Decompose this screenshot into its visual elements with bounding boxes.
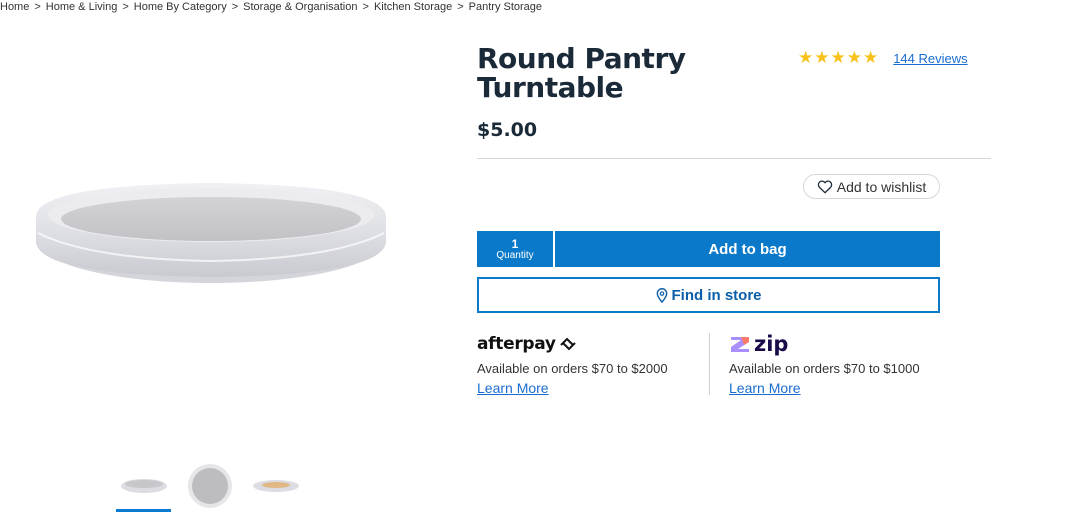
breadcrumb-separator: > bbox=[122, 1, 129, 13]
breadcrumb-separator: > bbox=[362, 1, 369, 13]
heart-icon bbox=[817, 180, 832, 194]
product-rating: ★★★★★ 144 Reviews bbox=[798, 48, 968, 68]
product-title: Round Pantry Turntable bbox=[477, 42, 686, 104]
afterpay-learn-more-link[interactable]: Learn More bbox=[477, 380, 549, 396]
breadcrumb-item-home-by-category[interactable]: Home By Category bbox=[134, 1, 227, 13]
find-in-store-button[interactable]: Find in store bbox=[477, 277, 940, 313]
location-pin-icon bbox=[656, 287, 667, 303]
find-in-store-label: Find in store bbox=[671, 286, 762, 304]
product-price: $5.00 bbox=[477, 119, 538, 141]
quantity-label: Quantity bbox=[496, 249, 534, 261]
add-to-bag-bar: 1 Quantity Add to bag bbox=[477, 231, 940, 267]
breadcrumb-separator: > bbox=[457, 1, 464, 13]
zip-learn-more-link[interactable]: Learn More bbox=[729, 380, 801, 396]
afterpay-arrows-icon bbox=[560, 337, 576, 351]
quantity-selector[interactable]: 1 Quantity bbox=[477, 231, 555, 267]
breadcrumb-item-storage-organisation[interactable]: Storage & Organisation bbox=[243, 1, 357, 13]
zip-note: Available on orders $70 to $1000 bbox=[729, 361, 920, 376]
breadcrumb-item-pantry-storage[interactable]: Pantry Storage bbox=[469, 1, 542, 13]
afterpay-logo-text: afterpay bbox=[477, 334, 556, 354]
thumbnail-3[interactable] bbox=[248, 458, 304, 514]
reviews-link[interactable]: 144 Reviews bbox=[893, 51, 967, 66]
breadcrumb-separator: > bbox=[34, 1, 41, 13]
wishlist-label: Add to wishlist bbox=[836, 178, 927, 195]
breadcrumb-separator: > bbox=[231, 1, 239, 13]
thumbnail-1[interactable] bbox=[116, 458, 172, 514]
add-to-bag-button[interactable]: Add to bag bbox=[555, 241, 940, 258]
zip-logo-text: zip bbox=[754, 332, 789, 356]
afterpay-note: Available on orders $70 to $2000 bbox=[477, 361, 668, 376]
product-main-image[interactable] bbox=[30, 175, 392, 295]
zip-logo: zip bbox=[729, 332, 949, 356]
breadcrumb-item-home-living[interactable]: Home & Living bbox=[46, 1, 118, 13]
quantity-value: 1 bbox=[511, 236, 519, 251]
zip-section: zip Available on orders $70 to $1000 Lea… bbox=[709, 332, 949, 396]
zip-mark-icon bbox=[731, 337, 749, 352]
breadcrumb: Home > Home & Living > Home By Category > Stor… bbox=[0, 0, 542, 14]
divider bbox=[477, 158, 991, 159]
thumbnail-strip bbox=[116, 458, 314, 514]
afterpay-section: afterpay Available on orders $70 to $200… bbox=[477, 333, 697, 398]
add-to-wishlist-button[interactable]: Add to wishlist bbox=[803, 174, 940, 199]
afterpay-logo: afterpay bbox=[477, 333, 697, 355]
breadcrumb-item-kitchen-storage[interactable]: Kitchen Storage bbox=[374, 1, 452, 13]
rating-stars: ★★★★★ bbox=[798, 48, 880, 67]
thumbnail-2[interactable] bbox=[182, 458, 238, 514]
breadcrumb-item-home[interactable]: Home bbox=[0, 1, 29, 13]
